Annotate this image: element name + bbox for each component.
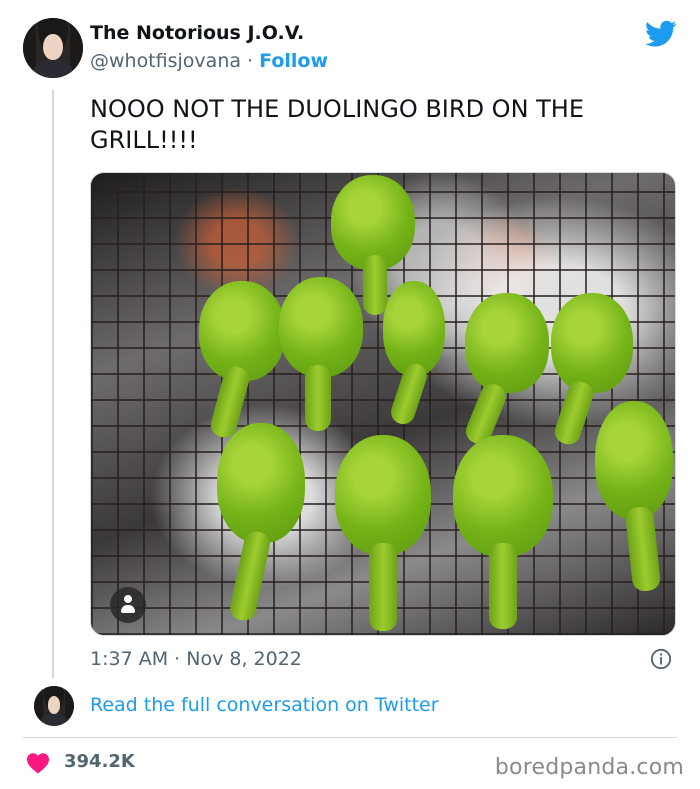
heart-icon[interactable]	[26, 752, 50, 774]
drumstick	[595, 401, 675, 601]
author-avatar[interactable]	[23, 18, 83, 78]
person-icon[interactable]	[110, 587, 146, 623]
drumstick	[459, 293, 551, 453]
tweet-date: Nov 8, 2022	[186, 648, 302, 670]
likes-count[interactable]: 394.2K	[64, 751, 135, 772]
drumstick	[383, 281, 453, 431]
drumstick	[215, 423, 307, 633]
author-name[interactable]: The Notorious J.O.V.	[90, 22, 304, 44]
thread-line	[52, 90, 54, 678]
watermark: boredpanda.com	[494, 755, 684, 780]
tweet-timestamp[interactable]: 1:37 AM · Nov 8, 2022	[90, 648, 302, 670]
tweet-time: 1:37 AM	[90, 648, 169, 670]
date-separator: ·	[174, 648, 181, 670]
info-icon[interactable]	[650, 648, 672, 670]
reply-avatar[interactable]	[34, 686, 74, 726]
author-handle-row: @whotfisjovana · Follow	[90, 50, 328, 72]
drumstick	[279, 277, 369, 437]
twitter-bird-icon[interactable]	[645, 20, 677, 48]
drumstick	[453, 435, 557, 635]
divider	[23, 737, 677, 738]
author-handle[interactable]: @whotfisjovana	[90, 50, 241, 72]
handle-separator: ·	[247, 50, 254, 72]
tweet-text: NOOO NOT THE DUOLINGO BIRD ON THE GRILL!…	[90, 95, 585, 154]
read-conversation-link[interactable]: Read the full conversation on Twitter	[90, 694, 439, 716]
drumstick	[199, 281, 289, 446]
follow-button[interactable]: Follow	[259, 50, 328, 72]
drumstick	[335, 435, 433, 635]
tweet-photo[interactable]	[90, 172, 676, 636]
